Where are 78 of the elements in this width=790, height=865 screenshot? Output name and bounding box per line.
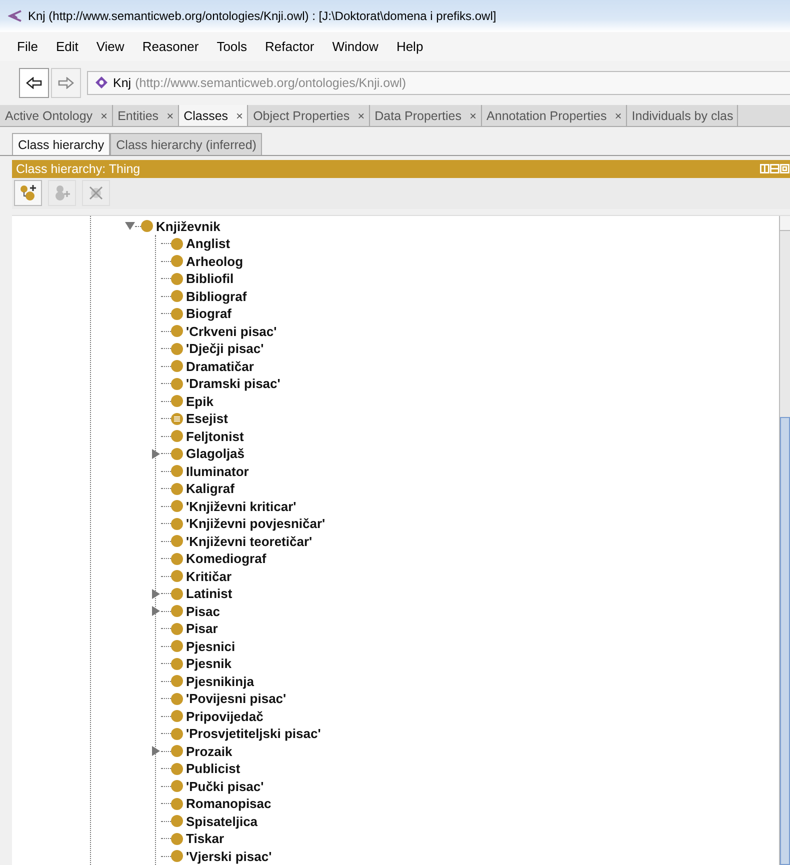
add-class-icon xyxy=(19,184,37,202)
view-layout-icon[interactable] xyxy=(760,164,790,174)
class-label[interactable]: Feljtonist xyxy=(186,428,244,444)
class-label[interactable]: Biograf xyxy=(186,306,232,322)
class-label[interactable]: Latinist xyxy=(186,586,232,602)
class-label[interactable]: Publicist xyxy=(186,761,240,776)
class-label[interactable]: 'Književni kriticar' xyxy=(186,498,296,514)
tab[interactable]: Class hierarchy xyxy=(12,133,110,156)
vertical-scrollbar[interactable] xyxy=(779,216,790,865)
tab[interactable]: Class hierarchy (inferred) xyxy=(110,133,262,156)
menu-item[interactable]: View xyxy=(87,38,134,54)
menu-item[interactable]: Window xyxy=(323,38,388,54)
close-tab-icon[interactable]: × xyxy=(236,108,244,123)
class-label[interactable]: Pisac xyxy=(186,604,220,619)
class-label[interactable]: 'Pučki pisac' xyxy=(186,778,264,794)
close-tab-icon[interactable]: × xyxy=(166,108,174,123)
class-label[interactable]: Anglist xyxy=(186,236,230,252)
window-title: Knj (http://www.semanticweb.org/ontologies/Knji.owl) : [J:\Doktorat\domena i prefiks.owl] xyxy=(28,8,496,23)
add-sibling-icon xyxy=(53,184,71,202)
class-label[interactable]: Bibliofil xyxy=(186,271,234,286)
menu-item[interactable]: Edit xyxy=(46,38,88,54)
class-label[interactable]: Pripovijedač xyxy=(186,708,264,724)
class-label[interactable]: Romanopisac xyxy=(186,796,272,812)
panel-title: Class hierarchy: Thing xyxy=(16,162,140,176)
ontology-address-field[interactable]: Knj (http://www.semanticweb.org/ontologies/Knji.owl) xyxy=(87,70,790,95)
class-label[interactable]: Spisateljica xyxy=(186,814,258,829)
class-label[interactable]: Pjesnik xyxy=(186,656,232,672)
forward-arrow-icon xyxy=(58,76,74,89)
class-label[interactable]: Glagoljaš xyxy=(186,446,245,462)
class-label[interactable]: 'Književni teoretičar' xyxy=(186,534,312,549)
close-tab-icon[interactable]: × xyxy=(100,108,108,123)
tab[interactable]: Data Properties × xyxy=(370,104,482,126)
back-button[interactable] xyxy=(19,68,49,98)
class-label[interactable]: Kaligraf xyxy=(186,481,234,496)
delete-class-icon xyxy=(87,184,105,202)
class-label[interactable]: 'Prosvjetiteljski pisac' xyxy=(186,726,321,742)
ontology-diamond-icon xyxy=(95,76,108,90)
class-icon xyxy=(141,220,153,232)
menu-item[interactable]: File xyxy=(8,38,47,54)
app-logo-icon xyxy=(8,8,22,23)
class-label[interactable]: Komediograf xyxy=(186,551,266,566)
menu-item[interactable]: Help xyxy=(387,38,432,54)
class-label[interactable]: Pjesnikinja xyxy=(186,674,254,689)
class-label[interactable]: Prozaik xyxy=(186,744,232,759)
class-label[interactable]: 'Dječji pisac' xyxy=(186,341,264,356)
delete-class-button[interactable] xyxy=(82,180,110,206)
tab[interactable]: Entities × xyxy=(112,104,179,126)
class-label[interactable]: Pisar xyxy=(186,621,218,636)
tab[interactable]: Classes × xyxy=(178,104,248,126)
class-label[interactable]: Dramatičar xyxy=(186,358,254,374)
tab[interactable]: Annotation Properties × xyxy=(482,104,627,126)
collapsed-arrow-icon[interactable] xyxy=(151,606,161,616)
menu-item[interactable]: Tools xyxy=(208,38,256,54)
back-arrow-icon xyxy=(26,76,42,89)
class-label[interactable]: Pjesnici xyxy=(186,638,236,654)
close-tab-icon[interactable]: × xyxy=(614,108,622,123)
class-label[interactable]: Esejist xyxy=(186,411,228,426)
collapsed-arrow-icon[interactable] xyxy=(151,588,161,599)
collapsed-arrow-icon[interactable] xyxy=(151,746,161,756)
class-label[interactable]: 'Dramski pisac' xyxy=(186,376,280,392)
menu-item[interactable]: Reasoner xyxy=(133,38,208,54)
class-label[interactable]: Arheolog xyxy=(186,254,244,269)
class-label[interactable]: Kritičar xyxy=(186,568,232,584)
class-label[interactable]: 'Književni povjesničar' xyxy=(186,516,326,532)
collapsed-arrow-icon[interactable] xyxy=(151,448,161,459)
class-label[interactable]: 'Povijesni pisac' xyxy=(186,691,286,706)
close-tab-icon[interactable]: × xyxy=(470,108,477,123)
class-label[interactable]: 'Vjerski pisac' xyxy=(186,848,272,864)
add-subclass-button[interactable] xyxy=(14,180,42,206)
close-tab-icon[interactable]: × xyxy=(358,108,365,123)
expanded-arrow-icon[interactable] xyxy=(125,221,135,232)
class-label[interactable]: 'Crkveni pisac' xyxy=(186,324,277,339)
class-label[interactable]: Književnik xyxy=(156,218,220,234)
class-label[interactable]: Epik xyxy=(186,394,214,409)
class-label[interactable]: Iluminator xyxy=(186,464,249,479)
class-label[interactable]: Bibliograf xyxy=(186,288,247,304)
menu-item[interactable]: Refactor xyxy=(256,38,324,54)
class-label[interactable]: Tiskar xyxy=(186,831,224,846)
